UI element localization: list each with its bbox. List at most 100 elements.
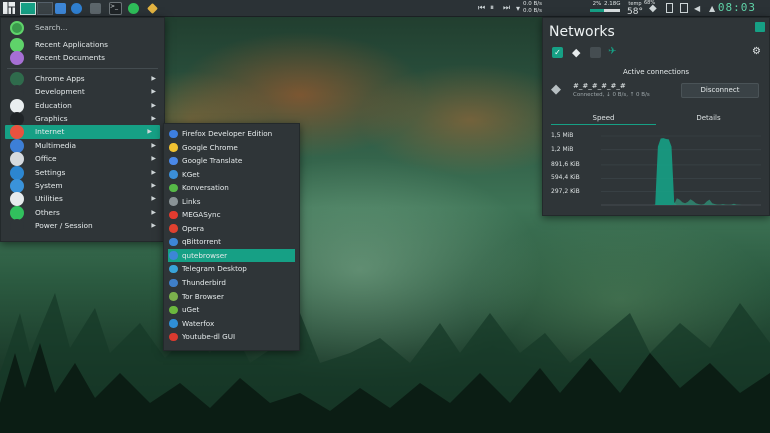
menu-item-education[interactable]: Education ▶ xyxy=(1,98,164,113)
top-panel: >_ ⏮ ⏸ ⏭ ▾ 0.0 B/s 0.0 B/s 2% 2.18G temp… xyxy=(0,0,770,17)
graphics-icon xyxy=(10,111,24,126)
menu-item-system[interactable]: System ▶ xyxy=(1,178,164,193)
app-item-label: Opera xyxy=(182,223,205,233)
app-item-waterfox[interactable]: Waterfox xyxy=(164,317,299,331)
download-speed: 0.0 B/s xyxy=(523,7,542,14)
office-icon xyxy=(10,152,24,167)
media-menu-icon[interactable]: ▾ xyxy=(516,2,520,14)
development-icon xyxy=(10,85,24,100)
clock[interactable]: 08:03 xyxy=(718,1,756,14)
app-item-label: KGet xyxy=(182,169,200,179)
menu-item-internet[interactable]: Internet ▶ xyxy=(5,125,160,140)
menu-search[interactable]: Search... xyxy=(1,18,164,38)
pause-icon[interactable]: ⏸ xyxy=(490,2,494,14)
app-item-label: Youtube-dl GUI xyxy=(182,332,236,342)
settings-gear-icon[interactable]: ⚙ xyxy=(752,46,761,57)
utilities-icon xyxy=(10,192,24,207)
app-item-google-chrome[interactable]: Google Chrome xyxy=(164,141,299,155)
speed-chart-plot xyxy=(601,135,761,206)
inkscape-launcher-icon[interactable] xyxy=(147,2,158,14)
app-item-label: MEGASync xyxy=(182,210,221,220)
manjaro-logo-icon[interactable] xyxy=(3,2,15,14)
menu-item-power-session[interactable]: Power / Session ▶ xyxy=(1,219,164,234)
spotify-launcher-icon[interactable] xyxy=(128,2,139,14)
menu-item-chrome-apps[interactable]: Chrome Apps ▶ xyxy=(1,71,164,86)
enable-networking-checkbox[interactable]: ✓ xyxy=(552,47,563,58)
previous-track-icon[interactable]: ⏮ xyxy=(478,2,485,14)
app-item-megasync[interactable]: MEGASync xyxy=(164,208,299,222)
search-input[interactable]: Search... xyxy=(35,23,67,32)
browser-launcher-icon[interactable] xyxy=(71,2,82,14)
app-item-konversation[interactable]: Konversation xyxy=(164,181,299,195)
pin-icon[interactable] xyxy=(755,22,765,32)
power-icon xyxy=(10,219,24,234)
app-item-thunderbird[interactable]: Thunderbird xyxy=(164,276,299,290)
submenu-arrow-icon: ▶ xyxy=(151,208,156,216)
search-icon xyxy=(10,21,24,35)
app-item-links[interactable]: Links xyxy=(164,195,299,209)
app-item-label: Firefox Developer Edition xyxy=(182,129,273,138)
battery-tray-icon[interactable] xyxy=(666,2,673,14)
app-item-label: Links xyxy=(182,196,201,206)
menu-item-graphics[interactable]: Graphics ▶ xyxy=(1,111,164,126)
submenu-arrow-icon: ▶ xyxy=(151,222,156,230)
tab-details[interactable]: Details xyxy=(656,114,761,122)
firefox-dev-icon xyxy=(169,129,178,138)
app-item-label: qutebrowser xyxy=(182,250,228,260)
speed-series-1 xyxy=(601,198,761,205)
app-item-label: Konversation xyxy=(182,183,229,193)
app-item-label: Tor Browser xyxy=(182,291,224,301)
submenu-arrow-icon: ▶ xyxy=(147,128,152,136)
terminal-launcher-icon[interactable]: >_ xyxy=(109,1,122,15)
calculator-launcher-icon[interactable] xyxy=(90,2,101,14)
submenu-arrow-icon: ▶ xyxy=(151,181,156,189)
app-item-google-translate[interactable]: Google Translate xyxy=(164,154,299,168)
notifications-tray-icon[interactable]: ▲ xyxy=(709,2,715,14)
app-item-firefox-developer-edition[interactable]: Firefox Developer Edition xyxy=(164,127,299,141)
submenu-arrow-icon: ▶ xyxy=(151,155,156,163)
settings-icon xyxy=(10,165,24,180)
menu-item-recent-documents[interactable]: Recent Documents xyxy=(1,51,164,66)
app-item-kget[interactable]: KGet xyxy=(164,168,299,182)
workspace-switcher[interactable] xyxy=(20,1,53,15)
menu-item-label: Others xyxy=(35,207,60,217)
app-item-qutebrowser[interactable]: qutebrowser xyxy=(168,248,295,263)
app-item-label: Waterfox xyxy=(182,318,215,328)
connection-item[interactable]: ◆ #_#_#_#_#_# Connected, ↓ 0 B/s, ↑ 0 B/… xyxy=(547,80,759,102)
submenu-arrow-icon: ▶ xyxy=(151,141,156,149)
submenu-arrow-icon: ▶ xyxy=(151,168,156,176)
wifi-tray-icon[interactable]: ◆ xyxy=(649,2,657,14)
menu-item-office[interactable]: Office ▶ xyxy=(1,152,164,167)
network-speed-monitor: 0.0 B/s 0.0 B/s xyxy=(523,1,542,14)
next-track-icon[interactable]: ⏭ xyxy=(503,2,510,14)
app-item-tor-browser[interactable]: Tor Browser xyxy=(164,290,299,304)
tab-speed[interactable]: Speed xyxy=(551,114,656,125)
clipboard-tray-icon[interactable] xyxy=(680,2,688,14)
menu-item-multimedia[interactable]: Multimedia ▶ xyxy=(1,138,164,153)
submenu-arrow-icon: ▶ xyxy=(151,195,156,203)
menu-item-development[interactable]: Development ▶ xyxy=(1,85,164,100)
app-item-uget[interactable]: uGet xyxy=(164,303,299,317)
menu-item-others[interactable]: Others ▶ xyxy=(1,205,164,220)
app-item-opera[interactable]: Opera xyxy=(164,222,299,236)
menu-item-settings[interactable]: Settings ▶ xyxy=(1,165,164,180)
app-item-telegram-desktop[interactable]: Telegram Desktop xyxy=(164,262,299,276)
app-item-youtube-dl-gui[interactable]: Youtube-dl GUI xyxy=(164,330,299,344)
disconnect-button[interactable]: Disconnect xyxy=(681,83,759,98)
airplane-mode-icon[interactable]: ✈ xyxy=(608,46,616,57)
menu-item-recent-applications[interactable]: Recent Applications xyxy=(1,38,164,52)
education-icon xyxy=(10,98,24,113)
mobile-broadband-toggle[interactable] xyxy=(590,47,601,58)
qutebrowser-icon xyxy=(169,251,178,260)
wifi-toggle-icon[interactable]: ◆ xyxy=(572,46,580,59)
menu-item-utilities[interactable]: Utilities ▶ xyxy=(1,192,164,207)
volume-tray-icon[interactable]: ◀ xyxy=(694,2,700,14)
temperature-monitor: temp 58° xyxy=(627,1,643,17)
app-item-label: Google Translate xyxy=(182,156,243,166)
recent-documents-icon xyxy=(10,51,24,66)
files-launcher-icon[interactable] xyxy=(55,2,66,14)
app-item-qbittorrent[interactable]: qBittorrent xyxy=(164,235,299,249)
menu-item-label: Multimedia xyxy=(35,140,77,150)
menu-item-label: Power / Session xyxy=(35,221,93,231)
telegram-icon xyxy=(169,264,178,274)
